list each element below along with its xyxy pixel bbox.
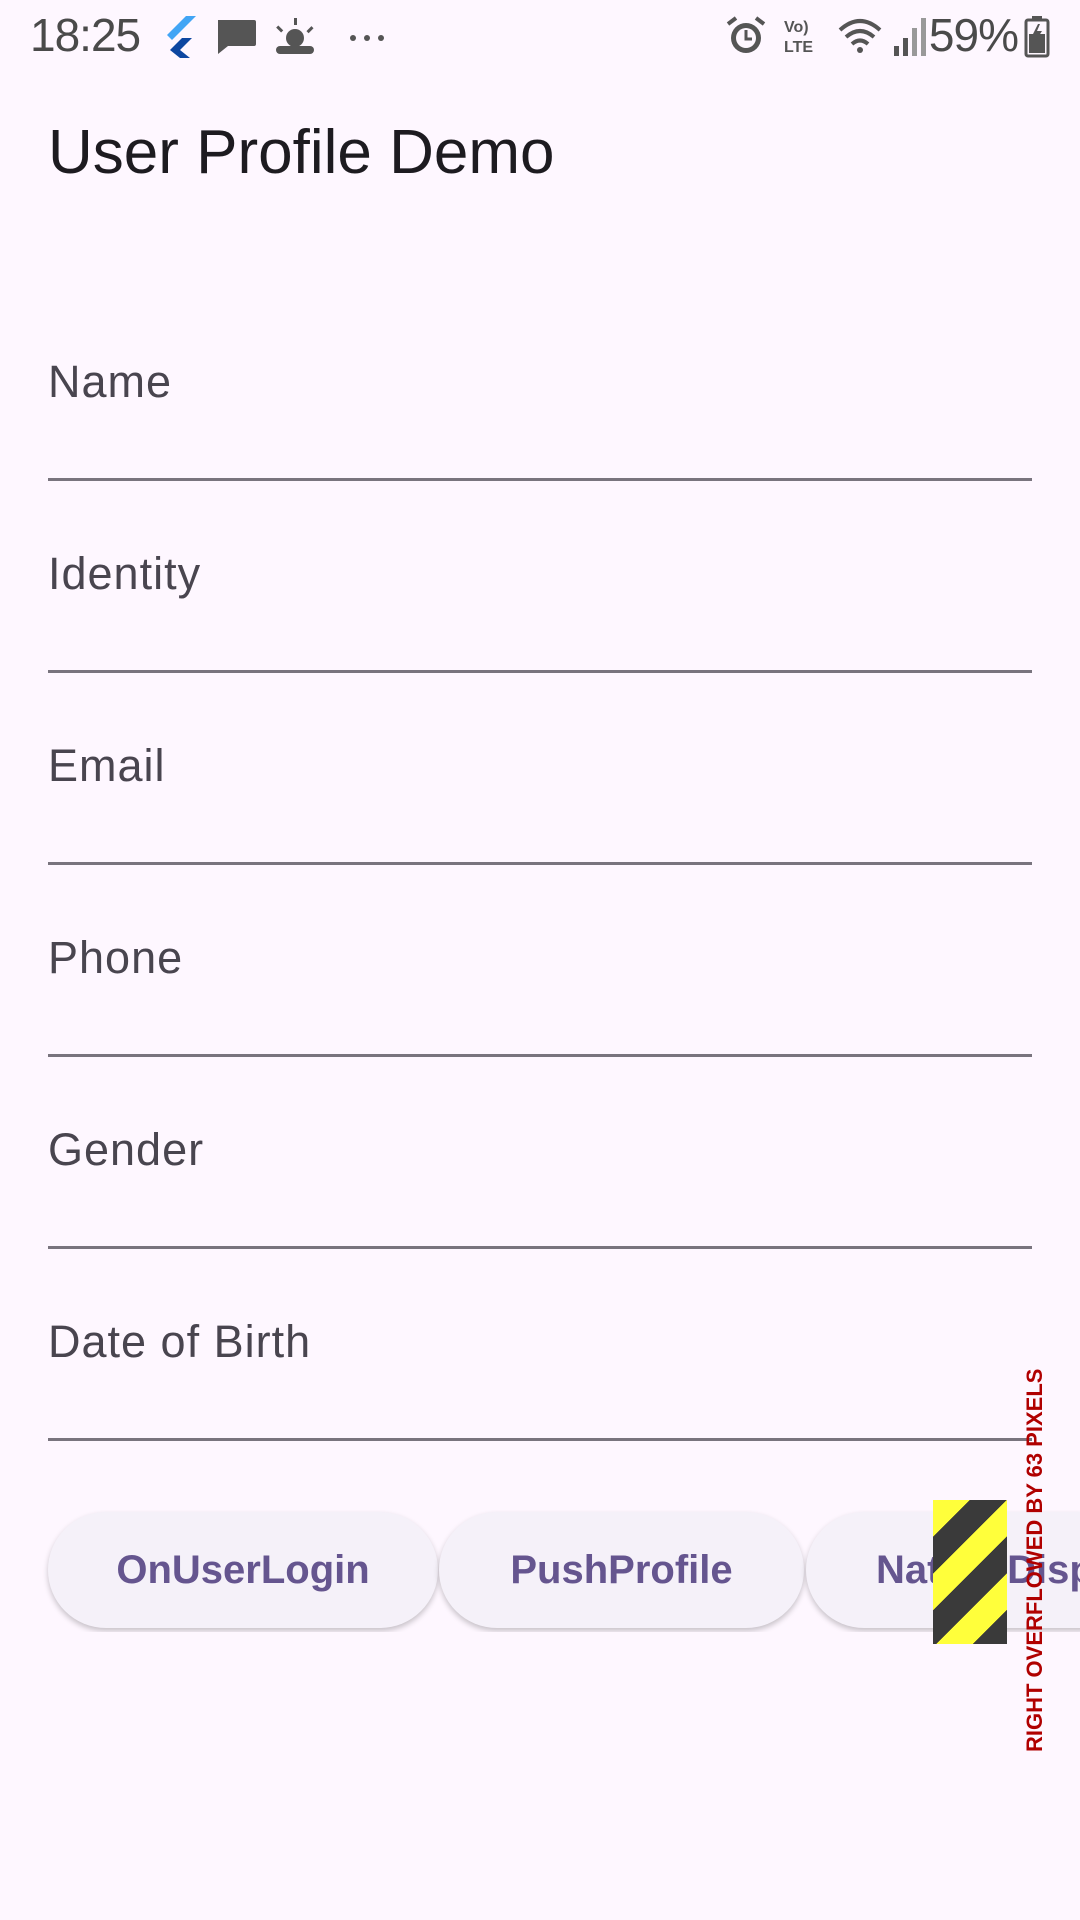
identity-field-label: Identity — [48, 548, 202, 599]
name-field-underline — [48, 478, 1032, 481]
action-button-row: OnUserLogin PushProfile Native Disp — [0, 1510, 1080, 1632]
signal-icon — [894, 18, 926, 56]
gender-field-underline — [48, 1246, 1032, 1249]
name-field[interactable]: Name — [48, 356, 1032, 481]
identity-field[interactable]: Identity — [48, 548, 1032, 673]
battery-percent: 59% — [928, 9, 1019, 61]
gender-field-label: Gender — [48, 1124, 205, 1175]
on-user-login-button[interactable]: OnUserLogin — [48, 1512, 438, 1628]
overflow-warning-stripes — [933, 1500, 1007, 1644]
weather-icon — [276, 18, 314, 54]
email-field[interactable]: Email — [48, 740, 1032, 865]
volte-icon: Vo) LTE — [784, 19, 813, 56]
battery-icon — [1024, 16, 1050, 58]
more-icon — [350, 35, 384, 41]
gender-field[interactable]: Gender — [48, 1124, 1032, 1249]
phone-field-label: Phone — [48, 932, 184, 983]
message-icon — [218, 20, 256, 54]
overflow-warning-text: RIGHT OVERFLOWED BY 63 PIXELS — [1022, 1368, 1047, 1752]
wifi-icon — [838, 19, 882, 53]
date-of-birth-field[interactable]: Date of Birth — [48, 1316, 1032, 1441]
email-field-label: Email — [48, 740, 166, 791]
status-time: 18:25 — [30, 9, 141, 61]
phone-field[interactable]: Phone — [48, 932, 1032, 1057]
alarm-icon — [726, 16, 766, 53]
svg-text:Vo): Vo) — [784, 19, 809, 36]
svg-text:LTE: LTE — [784, 39, 813, 56]
email-field-underline — [48, 862, 1032, 865]
push-profile-button[interactable]: PushProfile — [439, 1512, 804, 1628]
flutter-icon — [167, 16, 196, 58]
date-of-birth-field-label: Date of Birth — [48, 1316, 312, 1367]
name-field-label: Name — [48, 356, 173, 407]
date-of-birth-field-underline — [48, 1438, 1032, 1441]
phone-field-underline — [48, 1054, 1032, 1057]
identity-field-underline — [48, 670, 1032, 673]
status-bar: 18:25 Vo) LTE 59% — [0, 0, 1080, 74]
page-title: User Profile Demo — [48, 118, 555, 187]
